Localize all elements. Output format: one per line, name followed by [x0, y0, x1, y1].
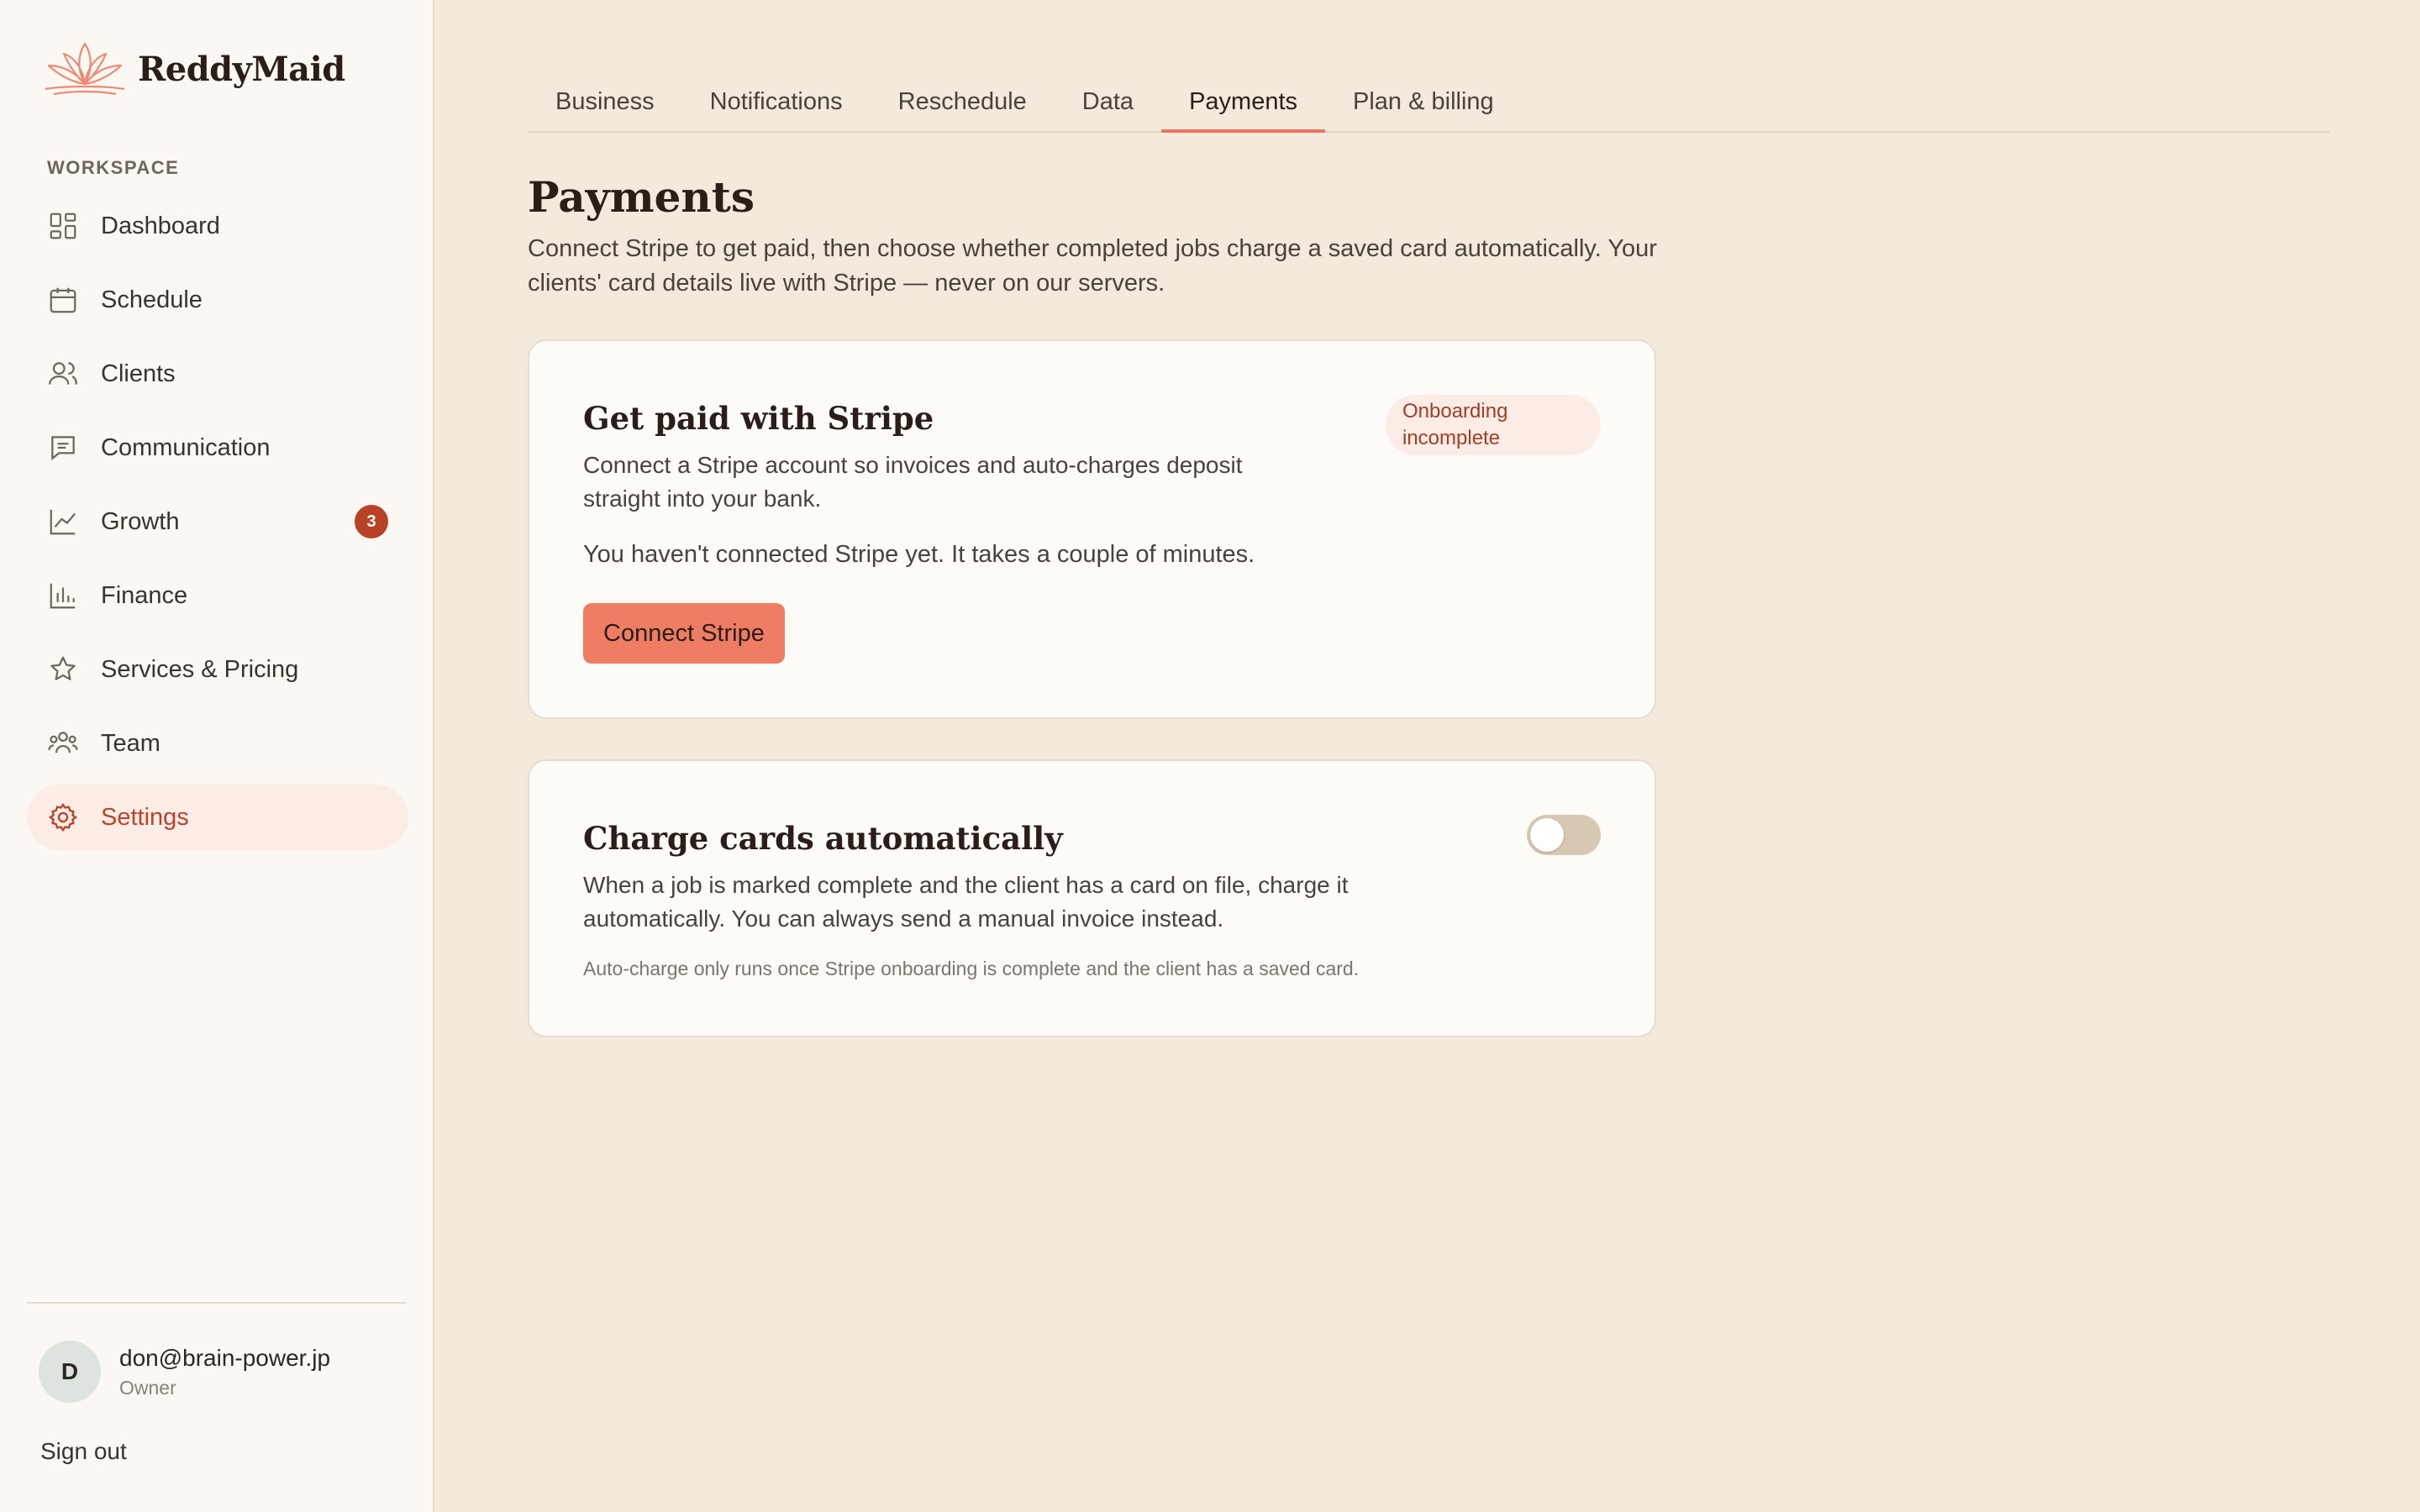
auto-charge-description: When a job is marked complete and the cl… [583, 872, 1349, 932]
sidebar-item-label: Schedule [101, 286, 203, 313]
stripe-card-title: Get paid with Stripe [583, 400, 934, 437]
toggle-knob [1530, 818, 1564, 852]
user-profile[interactable]: D don@brain-power.jp Owner [39, 1341, 330, 1403]
tab-data[interactable]: Data [1055, 72, 1161, 131]
auto-charge-fine-print: Auto-charge only runs once Stripe onboar… [583, 958, 1360, 979]
trending-up-icon [47, 506, 79, 538]
sign-out-link[interactable]: Sign out [40, 1438, 127, 1465]
users-icon [47, 358, 79, 390]
sidebar-item-label: Clients [101, 360, 176, 387]
sidebar-divider [27, 1302, 406, 1304]
page-description: Connect Stripe to get paid, then choose … [528, 235, 1657, 297]
sidebar-item-label: Growth [101, 507, 180, 535]
avatar: D [39, 1341, 101, 1403]
sidebar-item-dashboard[interactable]: Dashboard [27, 193, 408, 259]
sidebar-item-finance[interactable]: Finance [27, 563, 408, 628]
tab-reschedule[interactable]: Reschedule [871, 72, 1055, 131]
sidebar-nav: Dashboard Schedule Clients Communication [27, 193, 408, 858]
sidebar: ReddyMaid WORKSPACE Dashboard Schedule C… [0, 0, 434, 1512]
page-title: Payments [528, 172, 755, 222]
auto-charge-toggle[interactable] [1527, 815, 1601, 855]
gear-icon [47, 801, 79, 833]
dashboard-icon [47, 210, 79, 242]
sidebar-item-services-pricing[interactable]: Services & Pricing [27, 637, 408, 702]
app-root: ReddyMaid WORKSPACE Dashboard Schedule C… [0, 0, 2420, 1512]
star-icon [47, 654, 79, 685]
status-badge: Onboarding incomplete [1386, 395, 1601, 455]
brand[interactable]: ReddyMaid [39, 37, 345, 101]
bar-chart-icon [47, 580, 79, 612]
auto-charge-card: Charge cards automatically When a job is… [528, 759, 1656, 1037]
tab-payments[interactable]: Payments [1161, 72, 1325, 133]
stripe-card: Get paid with Stripe Onboarding incomple… [528, 339, 1656, 719]
sidebar-item-schedule[interactable]: Schedule [27, 267, 408, 333]
team-icon [47, 727, 79, 759]
stripe-connection-note: You haven't connected Stripe yet. It tak… [583, 541, 1255, 568]
sidebar-item-label: Dashboard [101, 212, 220, 239]
sidebar-item-label: Team [101, 729, 160, 757]
sidebar-item-label: Settings [101, 803, 189, 831]
user-email: don@brain-power.jp [119, 1344, 331, 1371]
connect-stripe-button[interactable]: Connect Stripe [583, 603, 785, 664]
brand-name: ReddyMaid [138, 49, 345, 89]
tab-business[interactable]: Business [528, 72, 682, 131]
user-info: don@brain-power.jp Owner [119, 1345, 330, 1399]
tab-notifications[interactable]: Notifications [682, 72, 871, 131]
lotus-logo-icon [45, 42, 125, 96]
sidebar-item-communication[interactable]: Communication [27, 415, 408, 480]
sidebar-item-label: Finance [101, 581, 188, 609]
settings-tabs: Business Notifications Reschedule Data P… [528, 72, 2329, 133]
sidebar-item-settings[interactable]: Settings [27, 785, 408, 850]
sidebar-item-label: Communication [101, 433, 271, 461]
user-role: Owner [119, 1376, 176, 1399]
calendar-icon [47, 284, 79, 316]
notification-badge: 3 [355, 505, 388, 538]
auto-charge-title: Charge cards automatically [583, 820, 1063, 857]
sidebar-section-label: WORKSPACE [47, 157, 180, 178]
stripe-card-description: Connect a Stripe account so invoices and… [583, 452, 1243, 512]
sidebar-item-team[interactable]: Team [27, 711, 408, 776]
tab-plan-billing[interactable]: Plan & billing [1325, 72, 1522, 131]
sidebar-item-label: Services & Pricing [101, 655, 299, 683]
sidebar-item-growth[interactable]: Growth 3 [27, 489, 408, 554]
sidebar-item-clients[interactable]: Clients [27, 341, 408, 407]
message-icon [47, 432, 79, 464]
